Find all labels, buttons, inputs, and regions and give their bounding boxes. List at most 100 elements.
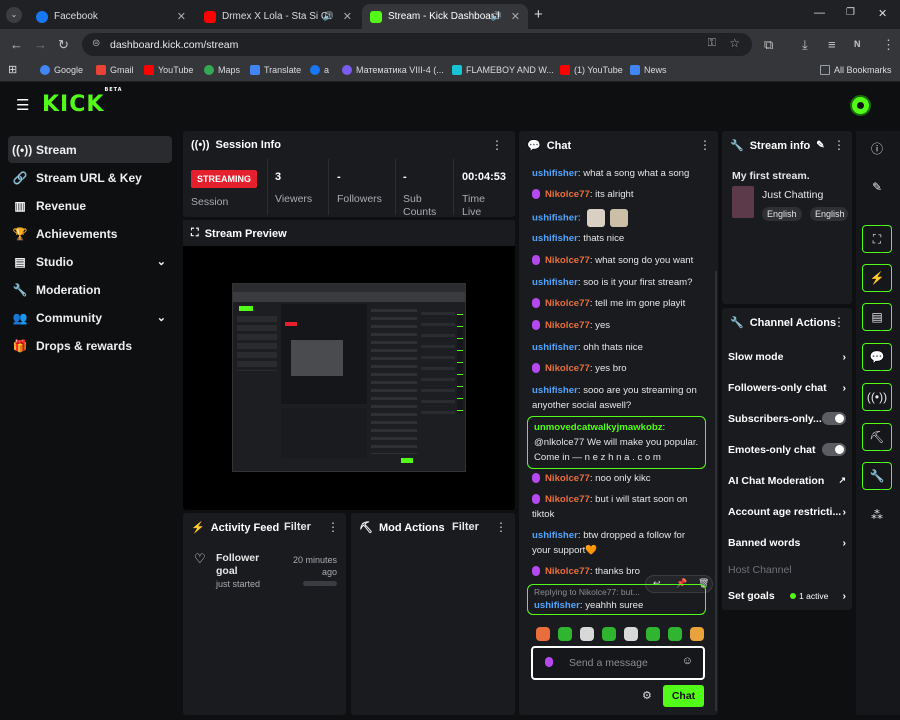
bookmark-gmail[interactable]: Gmail (96, 65, 134, 75)
hamburger-menu-icon[interactable]: ☰ (16, 96, 29, 114)
bookmark-flameboy[interactable]: FLAMEBOY AND W... (452, 65, 554, 75)
notes-toggle-icon[interactable]: ▤ (862, 303, 892, 331)
bookmark-news[interactable]: News (630, 65, 667, 75)
stream-info-toggle-icon[interactable]: 🔧 (862, 462, 892, 490)
all-bookmarks[interactable]: All Bookmarks (820, 65, 892, 75)
tab-youtube[interactable]: Drmex X Lola - Sta Si Cula - 🔊 ✕ (196, 4, 360, 29)
more-widgets-icon[interactable]: ⁂ (862, 501, 892, 529)
menu-icon[interactable]: ⋮ (882, 37, 895, 53)
sidebar-item-moderation[interactable]: 🔧 Moderation (8, 276, 172, 303)
more-options-icon[interactable]: ⋮ (833, 315, 845, 329)
chat-scrollbar[interactable] (715, 271, 717, 711)
close-icon[interactable]: ✕ (343, 10, 352, 23)
chat-username[interactable]: Nikolce77 (545, 566, 590, 577)
extensions-icon[interactable]: ⧉ (764, 37, 773, 53)
sidebar-item-community[interactable]: 👥 Community ⌄ (8, 304, 172, 331)
url-input[interactable]: ⊜ dashboard.kick.com/stream ⚿ ☆ (82, 33, 752, 56)
profile-avatar[interactable]: N (854, 39, 861, 49)
more-options-icon[interactable]: ⋮ (327, 520, 339, 534)
account-age-item[interactable]: Account age restricti... › (728, 506, 846, 518)
download-icon[interactable]: ⤓ (802, 37, 808, 53)
bookmark-translate[interactable]: Translate (250, 65, 301, 75)
chat-username[interactable]: Nikolce77 (545, 473, 590, 484)
emotes-only-toggle[interactable] (822, 443, 846, 456)
media-controls-icon[interactable]: ≡ (828, 37, 836, 52)
close-icon[interactable]: ✕ (511, 10, 520, 23)
tab-kick-dashboard[interactable]: Stream - Kick Dashboard 🔊 ✕ (362, 4, 528, 29)
apps-grid-icon[interactable]: ⊞ (8, 63, 17, 76)
chat-username[interactable]: unmovedcatwalkyjmawkobz (534, 422, 663, 433)
chat-username[interactable]: ushifisher (534, 600, 580, 611)
sidebar-item-stream-url-key[interactable]: 🔗 Stream URL & Key (8, 164, 172, 191)
close-window-icon[interactable]: ✕ (878, 7, 887, 20)
info-icon[interactable]: ⓘ (862, 134, 892, 162)
emote-icon[interactable] (602, 627, 616, 641)
minimize-icon[interactable]: — (814, 7, 825, 19)
activity-feed-toggle-icon[interactable]: ⚡ (862, 264, 892, 292)
followers-only-item[interactable]: Followers-only chat › (728, 382, 846, 394)
emote-icon[interactable] (690, 627, 704, 641)
filter-button[interactable]: Filter (452, 521, 479, 533)
more-options-icon[interactable]: ⋮ (491, 138, 503, 152)
tag-chip[interactable]: English (762, 207, 802, 221)
chat-message-input[interactable]: Send a message ☺ (531, 646, 705, 680)
sidebar-item-stream[interactable]: ((•)) Stream (8, 136, 172, 163)
ai-chat-moderation-item[interactable]: AI Chat Moderation ↗ (728, 475, 846, 487)
category-name[interactable]: Just Chatting (762, 189, 823, 201)
new-tab-icon[interactable]: + (534, 6, 543, 23)
site-info-icon[interactable]: ⊜ (92, 38, 100, 49)
sidebar-item-studio[interactable]: ▤ Studio ⌄ (8, 248, 172, 275)
sidebar-item-achievements[interactable]: 🏆 Achievements (8, 220, 172, 247)
chat-username[interactable]: Nikolce77 (545, 189, 590, 200)
bookmark-youtube-2[interactable]: (1) YouTube (560, 65, 623, 75)
bookmark-star-icon[interactable]: ☆ (729, 36, 740, 50)
forward-icon[interactable]: → (34, 37, 47, 52)
emote-icon[interactable] (580, 627, 594, 641)
chat-username[interactable]: Nikolce77 (545, 494, 590, 505)
chat-username[interactable]: Nikolce77 (545, 255, 590, 266)
emote-icon[interactable] (646, 627, 660, 641)
edit-pencil-icon[interactable]: ✎ (816, 140, 824, 151)
bookmark-google[interactable]: Google (40, 65, 83, 75)
more-options-icon[interactable]: ⋮ (495, 520, 507, 534)
chat-username[interactable]: ushifisher (532, 277, 578, 288)
chat-username[interactable]: ushifisher (532, 342, 578, 353)
edit-layout-icon[interactable]: ✎ (862, 173, 892, 201)
emote-icon[interactable] (558, 627, 572, 641)
chat-username[interactable]: ushifisher (532, 530, 578, 541)
user-avatar[interactable] (850, 95, 871, 116)
bookmark-math[interactable]: Математика VIII-4 (... (342, 65, 444, 75)
bookmark-facebook[interactable]: a (310, 65, 329, 75)
chat-toggle-icon[interactable]: 💬 (862, 343, 892, 371)
chat-username[interactable]: ushifisher (532, 168, 578, 179)
more-options-icon[interactable]: ⋮ (833, 138, 845, 152)
filter-button[interactable]: Filter (284, 521, 311, 533)
send-chat-button[interactable]: Chat (663, 685, 704, 707)
session-info-toggle-icon[interactable]: ((•)) (862, 383, 892, 411)
stream-preview-video[interactable] (232, 283, 466, 472)
tag-chip[interactable]: English (810, 207, 848, 221)
reload-icon[interactable]: ↻ (58, 37, 69, 53)
more-options-icon[interactable]: ⋮ (699, 138, 711, 152)
kick-logo[interactable]: KICKBETA (42, 87, 123, 117)
stream-preview-toggle-icon[interactable]: ⛶ (862, 225, 892, 253)
sidebar-item-revenue[interactable]: ▥ Revenue (8, 192, 172, 219)
sidebar-item-drops-rewards[interactable]: 🎁 Drops & rewards (8, 332, 172, 359)
chat-username[interactable]: Nikolce77 (545, 320, 590, 331)
chat-username[interactable]: ushifisher (532, 213, 578, 224)
chat-username[interactable]: Nikolce77 (545, 298, 590, 309)
selected-chat-message[interactable]: Replying to Nikolce77: but... ushifisher… (527, 584, 706, 615)
slow-mode-item[interactable]: Slow mode › (728, 351, 846, 363)
chat-username[interactable]: Nikolce77 (545, 363, 590, 374)
chat-username[interactable]: ushifisher (532, 233, 578, 244)
chat-username[interactable]: ushifisher (532, 385, 578, 396)
tab-search-icon[interactable]: ⌄ (6, 7, 22, 23)
restore-icon[interactable]: ❐ (846, 7, 855, 18)
bookmark-youtube[interactable]: YouTube (144, 65, 193, 75)
emote-icon[interactable] (624, 627, 638, 641)
back-icon[interactable]: ← (10, 37, 23, 52)
mod-actions-toggle-icon[interactable]: ⛏ (862, 423, 892, 451)
tab-facebook[interactable]: Facebook ✕ (28, 4, 194, 29)
emoji-picker-icon[interactable]: ☺ (682, 655, 693, 667)
bookmark-maps[interactable]: Maps (204, 65, 240, 75)
